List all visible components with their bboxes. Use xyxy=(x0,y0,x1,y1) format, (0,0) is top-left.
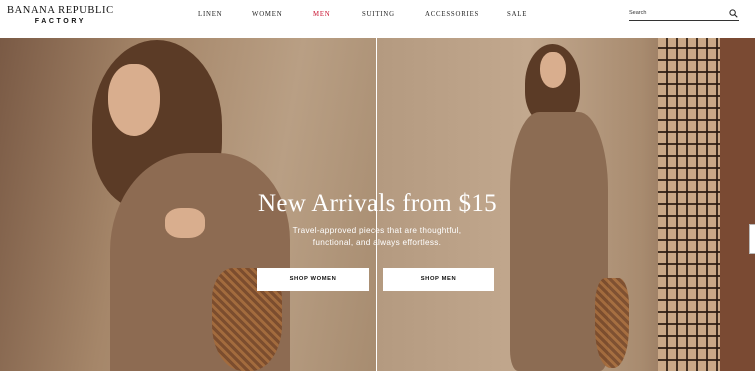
hero-headline: New Arrivals from $15 xyxy=(258,190,497,217)
nav-item-sale[interactable]: SALE xyxy=(507,11,527,18)
nav-item-accessories[interactable]: ACCESSORIES xyxy=(425,11,479,18)
search-icon[interactable] xyxy=(729,9,738,18)
hero-subtext: Travel-approved pieces that are thoughtf… xyxy=(292,226,462,247)
nav-item-women[interactable]: WOMEN xyxy=(252,11,282,18)
nav-item-linen[interactable]: LINEN xyxy=(198,11,222,18)
nav-item-suiting[interactable]: SUITING xyxy=(362,11,395,18)
shop-women-button[interactable]: SHOP WOMEN xyxy=(257,268,369,291)
feedback-tab[interactable] xyxy=(749,224,755,254)
nav-item-men[interactable]: MEN xyxy=(313,11,331,18)
search-bar xyxy=(629,7,739,21)
shop-men-button[interactable]: SHOP MEN xyxy=(383,268,494,291)
site-header: BANANA REPUBLIC FACTORY LINEN WOMEN MEN … xyxy=(0,0,755,38)
search-input[interactable] xyxy=(629,7,724,19)
